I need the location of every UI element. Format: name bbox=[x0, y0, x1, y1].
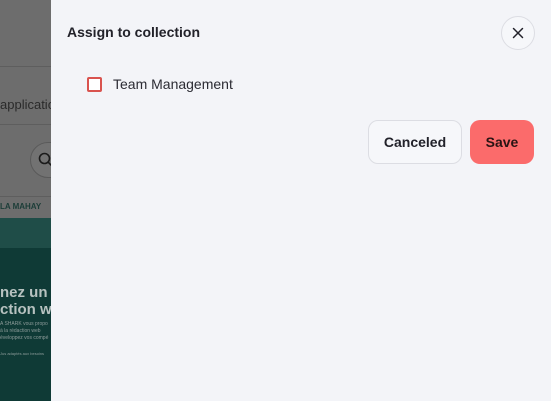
collection-option-team-management[interactable]: Team Management bbox=[87, 76, 233, 92]
bg-divider bbox=[0, 66, 51, 67]
close-button[interactable] bbox=[501, 16, 535, 50]
bg-hero-paragraph-line: à la rédaction web bbox=[0, 328, 41, 334]
search-icon bbox=[38, 152, 51, 167]
bg-hero-caption: Jus adaptés aux besoins bbox=[0, 351, 45, 356]
bg-hero-paragraph: A SHARK vous propo à la rédaction web év… bbox=[0, 321, 48, 342]
bg-app-text: applicatio bbox=[0, 97, 51, 112]
bg-hero-paragraph-line: A SHARK vous propo bbox=[0, 321, 48, 327]
close-icon bbox=[512, 27, 524, 39]
dialog-title: Assign to collection bbox=[67, 24, 201, 40]
assign-collection-dialog: Assign to collection Team Management Can… bbox=[51, 0, 551, 401]
bg-hero-paragraph-line: éveloppez vos compé bbox=[0, 335, 49, 341]
bg-hero-banner: nez un e ction we A SHARK vous propo à l… bbox=[0, 218, 51, 401]
collection-checkbox[interactable] bbox=[87, 76, 102, 92]
cancel-button[interactable]: Canceled bbox=[368, 120, 462, 164]
save-button[interactable]: Save bbox=[470, 120, 534, 164]
bg-search-button bbox=[30, 142, 51, 178]
bg-hero-heading-line: nez un e bbox=[0, 284, 51, 301]
background-page: applicatio LA MAHAY nez un e ction we A … bbox=[0, 0, 51, 401]
bg-hero-heading: nez un e ction we bbox=[0, 284, 51, 318]
bg-hero-heading-line: ction we bbox=[0, 301, 51, 318]
bg-hero-band bbox=[0, 218, 51, 248]
bg-divider bbox=[0, 196, 51, 197]
bg-divider bbox=[0, 124, 51, 125]
bg-brand-text: LA MAHAY bbox=[0, 202, 42, 211]
collection-option-label: Team Management bbox=[113, 76, 233, 92]
